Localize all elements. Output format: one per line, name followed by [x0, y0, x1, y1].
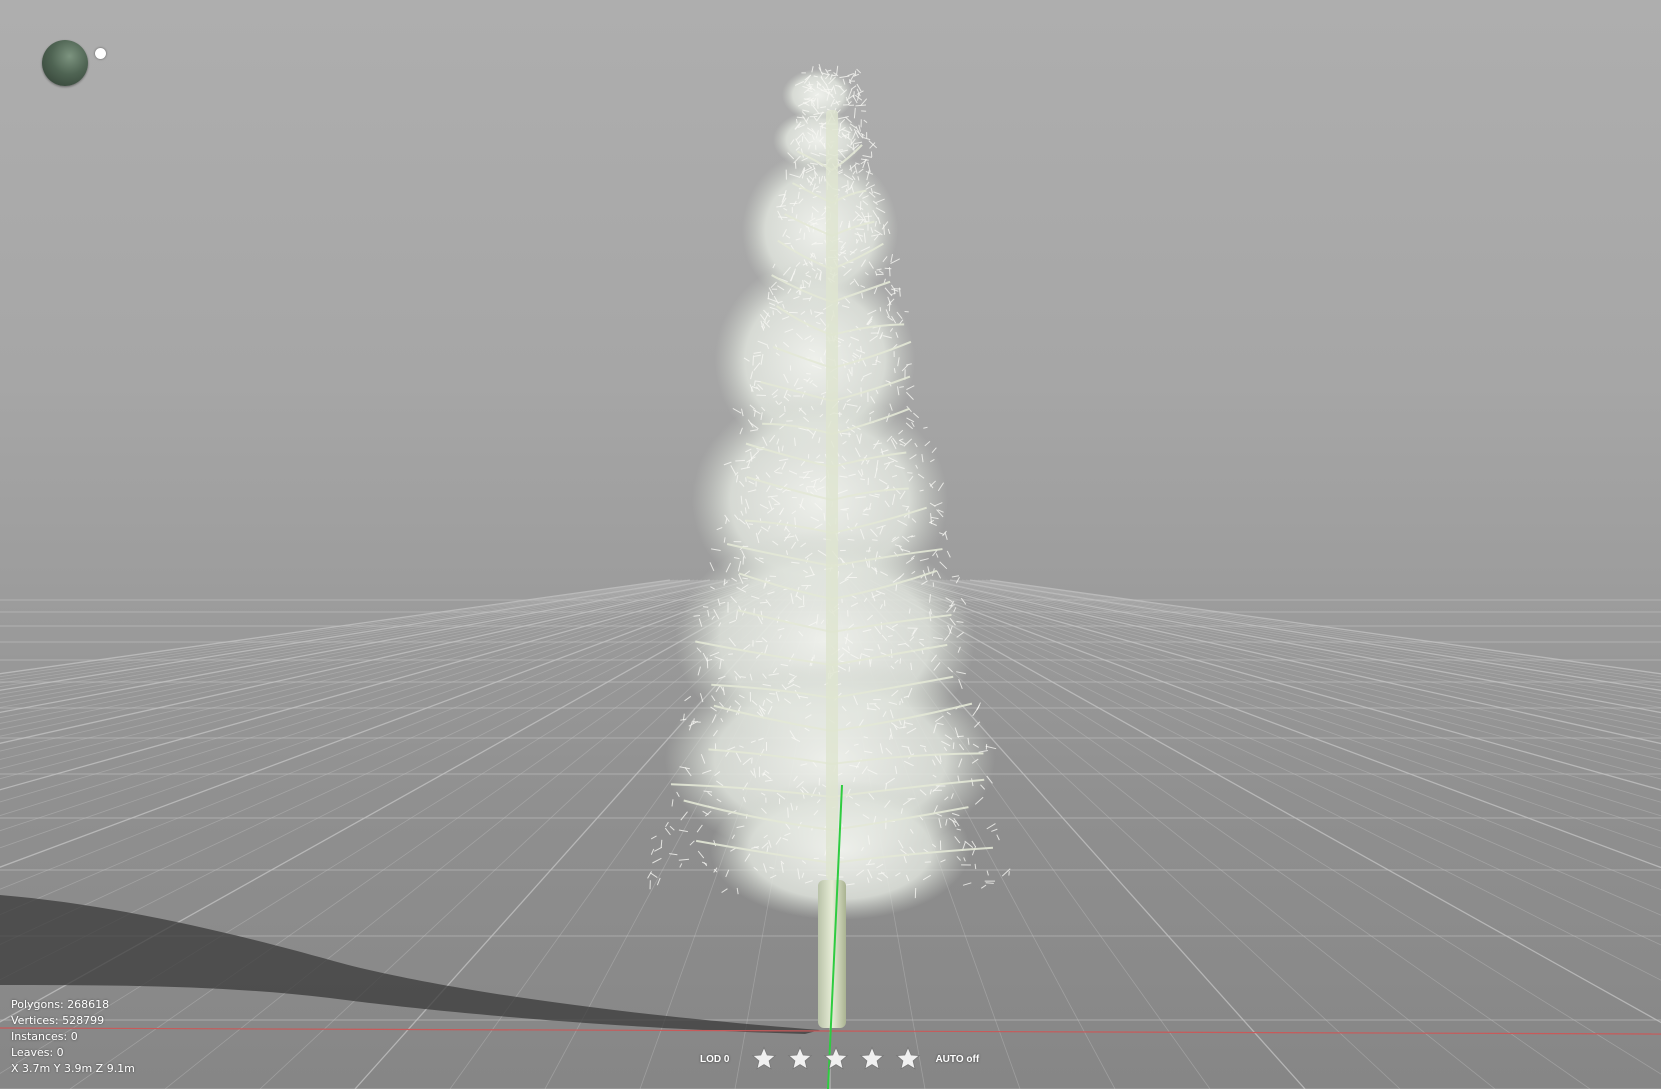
light-handle-icon[interactable]	[95, 48, 106, 59]
model-dimensions: X 3.7m Y 3.9m Z 9.1m	[11, 1062, 135, 1075]
3d-viewport[interactable]: Polygons: 268618 Vertices: 528799 Instan…	[0, 0, 1661, 1089]
lod-star-2-icon[interactable]	[783, 1044, 817, 1074]
vertices-count: Vertices: 528799	[11, 1014, 105, 1027]
polygons-count: Polygons: 268618	[11, 998, 110, 1011]
instances-count: Instances: 0	[11, 1030, 78, 1043]
auto-lod-toggle[interactable]: AUTO off	[935, 1054, 979, 1065]
leaves-count: Leaves: 0	[11, 1046, 64, 1059]
lod-star-4-icon[interactable]	[855, 1044, 889, 1074]
lod-toolbar: LOD 0 AUTO off	[700, 1044, 979, 1074]
lod-star-3-icon[interactable]	[819, 1044, 853, 1074]
scene-canvas[interactable]	[0, 0, 1661, 1089]
lod-star-5-icon[interactable]	[891, 1044, 925, 1074]
tree-model[interactable]	[647, 63, 1011, 1028]
lod-label[interactable]: LOD 0	[700, 1054, 729, 1065]
light-direction-sphere-icon[interactable]	[42, 40, 88, 86]
stats-overlay: Polygons: 268618 Vertices: 528799 Instan…	[11, 997, 135, 1077]
lod-star-1-icon[interactable]	[747, 1044, 781, 1074]
light-gizmo[interactable]	[42, 40, 106, 86]
